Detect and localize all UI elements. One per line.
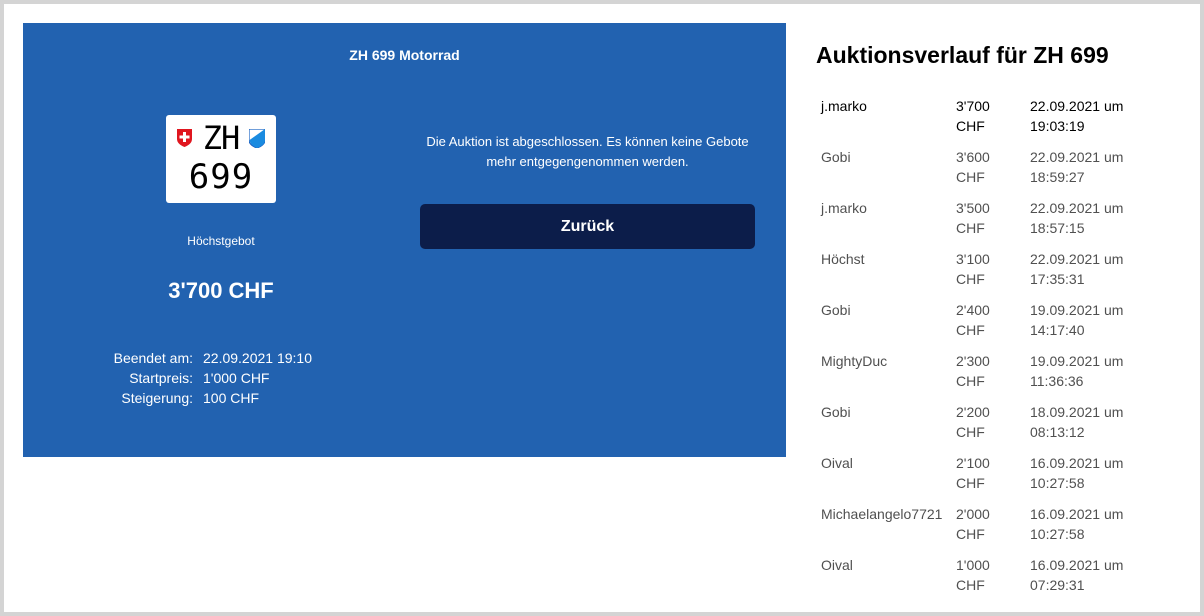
bid-date: 16.09.2021 um 10:27:58 xyxy=(1030,506,1124,542)
bid-date: 16.09.2021 um 10:27:58 xyxy=(1030,455,1124,491)
history-row: j.marko 3'700 CHF 22.09.2021 um 19:03:19 xyxy=(818,93,1188,144)
bidder-name: MightyDuc xyxy=(821,353,888,369)
page-frame: ZH 699 Motorrad ZH 699 Höchstgebot 3'700… xyxy=(0,0,1204,616)
bid-date: 19.09.2021 um 14:17:40 xyxy=(1030,302,1124,338)
bid-amount: 2'100 CHF xyxy=(956,455,990,491)
plate-top-row: ZH xyxy=(166,119,276,157)
bid-date: 18.09.2021 um 08:13:12 xyxy=(1030,404,1124,440)
back-button[interactable]: Zurück xyxy=(420,204,755,249)
bidder-name: Gobi xyxy=(821,404,851,420)
detail-ended: Beendet am: 22.09.2021 19:10 xyxy=(83,348,312,368)
history-row: Gobi 2'200 CHF 18.09.2021 um 08:13:12 xyxy=(818,399,1188,450)
history-row: Gobi 2'400 CHF 19.09.2021 um 14:17:40 xyxy=(818,297,1188,348)
auction-panel: ZH 699 Motorrad ZH 699 Höchstgebot 3'700… xyxy=(23,23,786,457)
plate-canton: ZH xyxy=(202,119,241,157)
bid-amount: 3'600 CHF xyxy=(956,149,990,185)
detail-value: 1'000 CHF xyxy=(203,370,270,386)
detail-start-price: Startpreis: 1'000 CHF xyxy=(83,368,312,388)
bidder-name: Gobi xyxy=(821,302,851,318)
history-row: j.marko 3'500 CHF 22.09.2021 um 18:57:15 xyxy=(818,195,1188,246)
bid-date: 22.09.2021 um 17:35:31 xyxy=(1030,251,1124,287)
bid-date: 22.09.2021 um 18:59:27 xyxy=(1030,149,1124,185)
bid-amount: 3'700 CHF xyxy=(956,98,990,134)
history-row: Oival 2'100 CHF 16.09.2021 um 10:27:58 xyxy=(818,450,1188,501)
bid-amount: 2'400 CHF xyxy=(956,302,990,338)
bidder-name: j.marko xyxy=(821,98,867,114)
detail-label: Steigerung: xyxy=(121,390,193,406)
bid-date: 22.09.2021 um 18:57:15 xyxy=(1030,200,1124,236)
zurich-canton-shield-icon xyxy=(249,129,265,148)
auction-closed-message: Die Auktion ist abgeschlossen. Es können… xyxy=(426,134,749,169)
bidder-name: Michaelangelo7721 xyxy=(821,506,943,522)
bid-history-list: j.marko 3'700 CHF 22.09.2021 um 19:03:19 G… xyxy=(818,93,1188,603)
history-row: Höchst 3'100 CHF 22.09.2021 um 17:35:31 xyxy=(818,246,1188,297)
bid-amount: 3'500 CHF xyxy=(956,200,990,236)
highest-bid-value: 3'700 CHF xyxy=(168,278,274,303)
history-row: Gobi 3'600 CHF 22.09.2021 um 18:59:27 xyxy=(818,144,1188,195)
history-row: Oival 1'000 CHF 16.09.2021 um 07:29:31 xyxy=(818,552,1188,603)
history-row: MightyDuc 2'300 CHF 19.09.2021 um 11:36:36 xyxy=(818,348,1188,399)
bidder-name: j.marko xyxy=(821,200,867,216)
bid-amount: 1'000 CHF xyxy=(956,557,990,593)
auction-title: ZH 699 Motorrad xyxy=(349,47,460,63)
plate-number: 699 xyxy=(188,157,254,197)
detail-label: Beendet am: xyxy=(113,350,193,366)
bidder-name: Höchst xyxy=(821,251,865,267)
bidder-name: Oival xyxy=(821,557,853,573)
bid-date: 19.09.2021 um 11:36:36 xyxy=(1030,353,1124,389)
highest-bid-label: Höchstgebot xyxy=(187,234,255,248)
bidder-name: Gobi xyxy=(821,149,851,165)
detail-value: 100 CHF xyxy=(203,390,260,406)
history-title: Auktionsverlauf für ZH 699 xyxy=(816,42,1109,68)
bid-amount: 2'300 CHF xyxy=(956,353,990,389)
detail-label: Startpreis: xyxy=(129,370,193,386)
auction-details: Beendet am: 22.09.2021 19:10 Startpreis:… xyxy=(83,348,312,408)
bid-amount: 2'200 CHF xyxy=(956,404,990,440)
bid-date: 16.09.2021 um 07:29:31 xyxy=(1030,557,1124,593)
swiss-flag-shield-icon xyxy=(177,129,192,147)
detail-increment: Steigerung: 100 CHF xyxy=(83,388,312,408)
bid-date: 22.09.2021 um 19:03:19 xyxy=(1030,98,1124,134)
license-plate: ZH 699 xyxy=(166,115,276,203)
history-row: Michaelangelo7721 2'000 CHF 16.09.2021 um… xyxy=(818,501,1188,552)
bidder-name: Oival xyxy=(821,455,853,471)
detail-value: 22.09.2021 19:10 xyxy=(203,350,312,366)
bid-amount: 3'100 CHF xyxy=(956,251,990,287)
bid-amount: 2'000 CHF xyxy=(956,506,990,542)
